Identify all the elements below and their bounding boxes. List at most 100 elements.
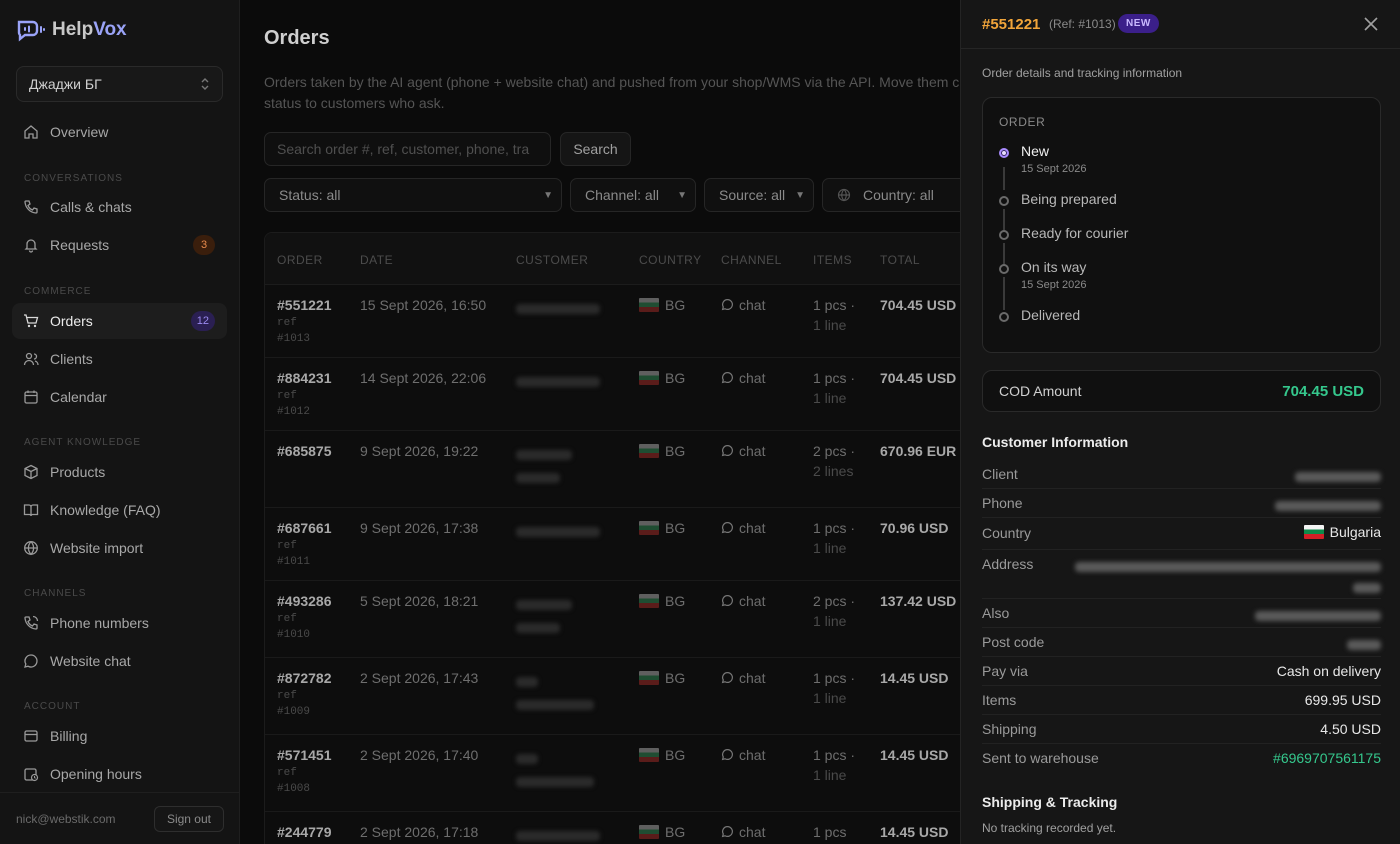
order-cell: #872782 ref #1009: [277, 670, 332, 720]
nav-website-import[interactable]: Website import: [12, 530, 227, 566]
order-total: 70.96 USD: [880, 520, 949, 536]
logo-text-help: Help: [52, 19, 94, 40]
timeline-step-label: Being prepared: [1021, 191, 1117, 207]
order-date: 5 Sept 2026, 18:21: [360, 593, 479, 609]
chat-bubble-icon: [721, 372, 733, 384]
table-row[interactable]: #493286 ref #1010 5 Sept 2026, 18:21 BG chat 2…: [265, 581, 960, 658]
col-items: ITEMS: [813, 253, 853, 267]
bulgaria-flag-icon: [639, 671, 659, 685]
channel-cell: chat: [721, 670, 765, 686]
nav-overview[interactable]: Overview: [12, 114, 227, 150]
status-badge: NEW: [1118, 14, 1159, 33]
col-order: ORDER: [277, 253, 323, 267]
channel-cell: chat: [721, 370, 765, 386]
nav-billing[interactable]: Billing: [12, 718, 227, 754]
items-lines: 1 line: [813, 690, 847, 706]
nav-clients[interactable]: Clients: [12, 341, 227, 377]
channel-name: chat: [739, 670, 766, 686]
receipt-icon: [22, 727, 40, 745]
nav-products[interactable]: Products: [12, 454, 227, 490]
chevron-updown-icon: [201, 78, 209, 90]
nav-calls-chats[interactable]: Calls & chats: [12, 189, 227, 225]
items-count: 1 pcs ·: [813, 670, 856, 686]
field-label: Pay via: [982, 663, 1028, 679]
customer-redacted: [516, 524, 600, 540]
channel-cell: chat: [721, 747, 765, 763]
table-row[interactable]: #551221 ref #1013 15 Sept 2026, 16:50 BG chat…: [265, 285, 960, 358]
search-button[interactable]: Search: [560, 132, 631, 166]
user-email: nick@webstik.com: [16, 811, 116, 826]
tracking-empty-text: No tracking recorded yet.: [982, 821, 1117, 835]
close-icon[interactable]: [1361, 14, 1381, 34]
app-logo[interactable]: HelpVox: [16, 18, 127, 42]
table-row[interactable]: #687661 ref #1011 9 Sept 2026, 17:38 BG chat 1…: [265, 508, 960, 581]
field-label: Items: [982, 692, 1017, 708]
shipping-tracking-title: Shipping & Tracking: [982, 794, 1118, 810]
requests-count-badge: 3: [193, 235, 215, 255]
table-row[interactable]: #244779 2 Sept 2026, 17:18 BG chat 1 pcs 14.4…: [265, 812, 960, 844]
country-code: BG: [665, 670, 686, 686]
order-total: 704.45 USD: [880, 370, 957, 386]
bulgaria-flag-icon: [639, 594, 659, 608]
table-row[interactable]: #571451 ref #1008 2 Sept 2026, 17:40 BG chat 1…: [265, 735, 960, 812]
table-row[interactable]: #685875 9 Sept 2026, 19:22 BG chat 2 pcs · 2 …: [265, 431, 960, 508]
chat-bubble-icon: [721, 445, 733, 457]
order-cell: #571451 ref #1008: [277, 747, 332, 797]
order-ref-label: ref: [277, 613, 297, 625]
items-count: 1 pcs: [813, 824, 847, 840]
channel-filter-select[interactable]: Channel: all ▼: [570, 178, 696, 212]
status-filter-select[interactable]: Status: all ▼: [264, 178, 562, 212]
order-date: 2 Sept 2026, 17:40: [360, 747, 479, 763]
order-ref-number: #1009: [277, 706, 311, 718]
nav-opening-hours[interactable]: Opening hours: [12, 756, 227, 792]
redacted-value: [1071, 559, 1381, 596]
nav-clients-label: Clients: [50, 351, 93, 367]
field-label: Shipping: [982, 721, 1037, 737]
drawer-header: #551221 (Ref: #1013) NEW: [961, 0, 1400, 49]
order-ref-label: ref: [277, 767, 297, 779]
channel-cell: chat: [721, 443, 765, 459]
col-country: COUNTRY: [639, 253, 702, 267]
nav-orders[interactable]: Orders 12: [12, 303, 227, 339]
customer-redacted: [516, 374, 600, 390]
timeline-connector: [1003, 277, 1005, 310]
order-search-input[interactable]: Search order #, ref, customer, phone, tr…: [264, 132, 551, 166]
chevron-down-icon: ▼: [795, 189, 805, 201]
table-row[interactable]: #872782 ref #1009 2 Sept 2026, 17:43 BG chat 1…: [265, 658, 960, 735]
chevron-down-icon: ▼: [677, 189, 687, 201]
items-cell: 1 pcs · 1 line: [813, 295, 855, 335]
cart-icon: [22, 312, 40, 330]
items-lines: 2 lines: [813, 463, 854, 479]
country-filter-select[interactable]: Country: all: [822, 178, 960, 212]
chat-bubble-icon: [721, 672, 733, 684]
nav-calendar[interactable]: Calendar: [12, 379, 227, 415]
items-cell: 1 pcs: [813, 822, 846, 842]
drawer-order-ref: (Ref: #1013): [1049, 17, 1116, 31]
drawer-subtitle: Order details and tracking information: [982, 66, 1183, 80]
country-cell: BG: [639, 670, 685, 686]
order-status-card: ORDER New 15 Sept 2026 Being prepared Re…: [982, 97, 1381, 353]
timeline-step-label: On its way: [1021, 259, 1087, 275]
country-code: BG: [665, 593, 686, 609]
items-count: 1 pcs ·: [813, 370, 856, 386]
nav-website-chat[interactable]: Website chat: [12, 643, 227, 679]
nav-overview-label: Overview: [50, 124, 109, 140]
table-row[interactable]: #884231 ref #1012 14 Sept 2026, 22:06 BG chat…: [265, 358, 960, 431]
nav-phone-numbers[interactable]: Phone numbers: [12, 605, 227, 641]
nav-knowledge[interactable]: Knowledge (FAQ): [12, 492, 227, 528]
nav-requests[interactable]: Requests 3: [12, 227, 227, 263]
sign-out-button[interactable]: Sign out: [153, 805, 224, 832]
field-address: Address: [982, 550, 1381, 599]
channel-name: chat: [739, 747, 766, 763]
field-country: Country Bulgaria: [982, 518, 1381, 550]
nav-requests-label: Requests: [50, 237, 110, 253]
source-filter-select[interactable]: Source: all ▼: [704, 178, 814, 212]
order-number: #244779: [277, 824, 332, 840]
field-post-code: Post code: [982, 628, 1381, 657]
timeline-connector: [1003, 167, 1005, 190]
order-cell: #551221 ref #1013: [277, 297, 332, 347]
field-label: Country: [982, 525, 1032, 541]
channel-cell: chat: [721, 593, 765, 609]
warehouse-id-link[interactable]: #6969707561175: [1273, 750, 1381, 766]
workspace-selector[interactable]: Джаджи БГ: [16, 66, 223, 102]
